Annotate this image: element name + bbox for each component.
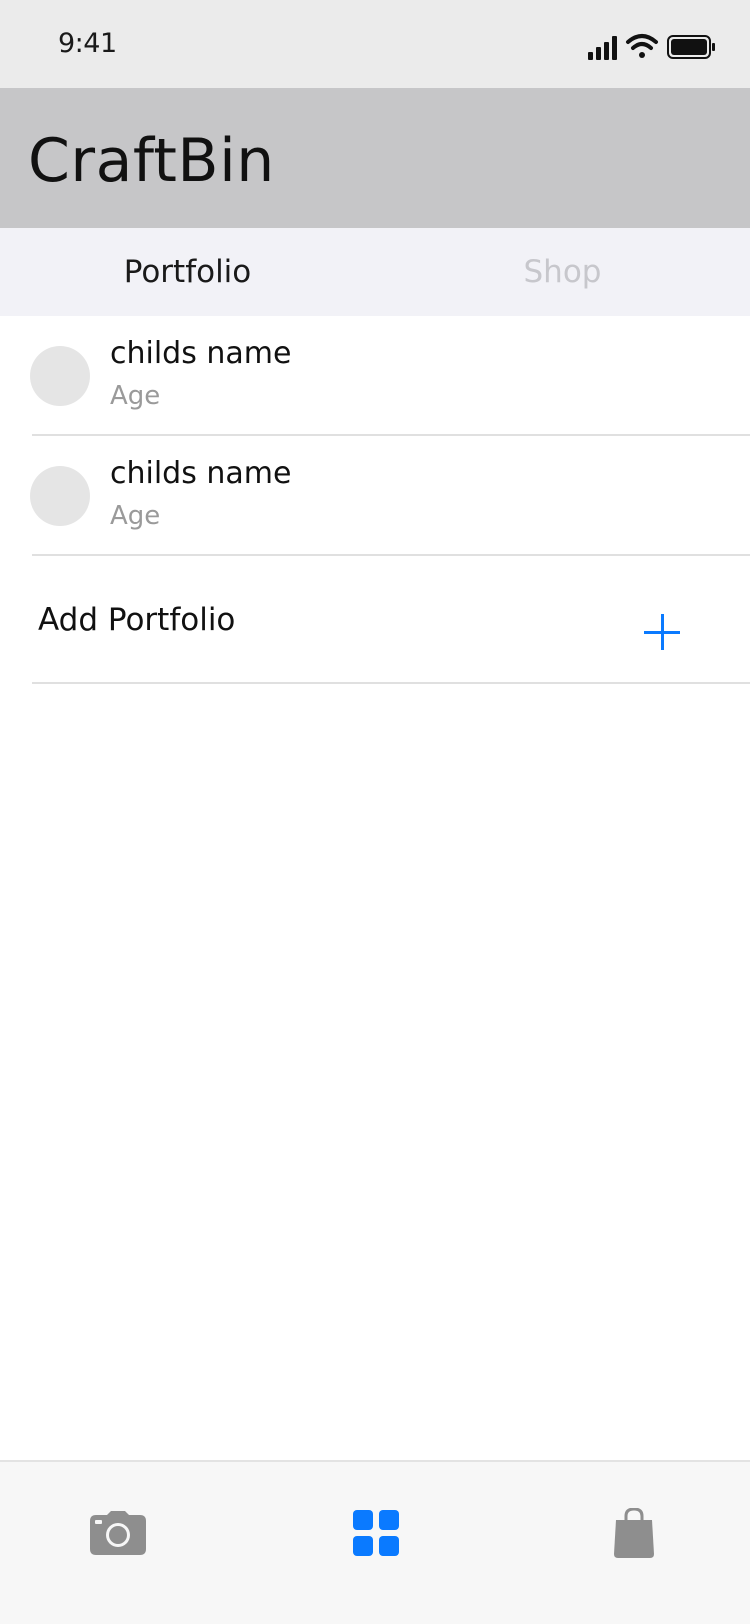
add-portfolio-label: Add Portfolio (38, 602, 236, 638)
portfolio-row[interactable]: childs name Age (0, 316, 750, 436)
child-age: Age (110, 501, 161, 531)
grid-icon (353, 1510, 399, 1556)
add-portfolio-row[interactable]: Add Portfolio (0, 556, 750, 684)
battery-icon (667, 35, 715, 59)
status-time: 9:41 (58, 28, 117, 59)
segment-bar: Portfolio Shop (0, 228, 750, 316)
app-title: CraftBin (28, 126, 275, 196)
portfolio-row[interactable]: childs name Age (0, 436, 750, 556)
child-name: childs name (110, 336, 292, 371)
bottom-tab-bar (0, 1460, 750, 1624)
status-bar: 9:41 (0, 0, 750, 88)
avatar (30, 346, 90, 406)
tab-camera[interactable] (78, 1498, 158, 1568)
camera-icon (90, 1511, 146, 1555)
child-age: Age (110, 381, 161, 411)
tab-grid[interactable] (336, 1498, 416, 1568)
tab-shop-bag[interactable] (594, 1498, 674, 1568)
avatar (30, 466, 90, 526)
status-icons (580, 30, 720, 62)
divider (32, 682, 750, 684)
tab-portfolio[interactable]: Portfolio (0, 228, 375, 316)
plus-icon[interactable] (644, 614, 680, 650)
app-header: CraftBin (0, 88, 750, 228)
portfolio-list: childs name Age childs name Age Add Port… (0, 316, 750, 684)
cellular-signal-icon (588, 36, 617, 60)
wifi-icon (626, 34, 658, 58)
tab-shop[interactable]: Shop (375, 228, 750, 316)
shopping-bag-icon (614, 1508, 654, 1558)
child-name: childs name (110, 456, 292, 491)
